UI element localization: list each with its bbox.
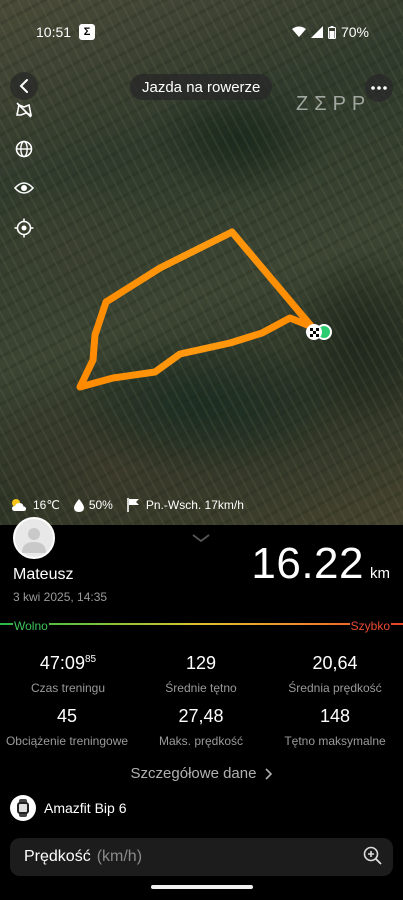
watch-icon <box>10 795 36 821</box>
speed-color-scale <box>0 623 403 625</box>
route-map[interactable]: 10:51 Σ 70% Jazda na rowerze ZΣPP 16℃ 50… <box>0 0 403 525</box>
status-bar: 10:51 Σ 70% <box>0 0 403 60</box>
app-notification-icon: Σ <box>79 24 95 40</box>
stat-label: Czas treningu <box>30 681 106 695</box>
home-indicator[interactable] <box>151 885 253 889</box>
stat-label: Obciążenie treningowe <box>5 734 129 748</box>
droplet-icon <box>73 498 84 512</box>
eye-icon <box>14 182 34 194</box>
stat-value: 148 <box>319 706 351 726</box>
weather-temperature: 16℃ <box>10 498 60 512</box>
distance-value: 16.22 <box>251 539 364 588</box>
temperature-value: 16℃ <box>33 498 60 512</box>
weather-wind: Pn.-Wsch. 17km/h <box>127 498 244 512</box>
more-dots-icon <box>371 86 387 90</box>
wind-flag-icon <box>127 498 139 512</box>
chevron-left-icon <box>19 79 28 93</box>
stat-value: 129 <box>185 653 217 673</box>
user-name: Mateusz <box>13 566 74 583</box>
speed-chart-card[interactable]: Prędkość (km/h) <box>10 838 393 876</box>
scale-fast-label: Szybko <box>349 619 391 633</box>
speed-card-title: Prędkość <box>24 848 91 865</box>
locate-icon <box>14 218 34 238</box>
avatar[interactable] <box>13 517 55 559</box>
chevron-right-icon <box>265 767 273 780</box>
stat-value: 20,64 <box>312 653 358 673</box>
stat-value: 27,48 <box>178 706 224 726</box>
distance-display: 16.22 km <box>251 539 390 589</box>
device-name: Amazfit Bip 6 <box>44 800 127 816</box>
distance-unit: km <box>370 565 390 582</box>
stat-max-speed: 27,48 Maks. prędkość <box>134 706 268 748</box>
stat-duration: 47:0985 Czas treningu <box>1 653 135 695</box>
globe-icon <box>15 140 33 158</box>
scale-slow-label: Wolno <box>13 619 49 633</box>
back-button[interactable] <box>10 72 38 100</box>
user-silhouette-icon <box>22 528 46 553</box>
finish-flag-marker <box>306 324 322 340</box>
stat-label: Tętno maksymalne <box>284 734 386 748</box>
wifi-icon <box>291 26 306 37</box>
weather-bar: 16℃ 50% Pn.-Wsch. 17km/h <box>10 498 244 512</box>
battery-percent: 70% <box>340 24 369 40</box>
stat-label: Średnie tętno <box>165 681 237 695</box>
details-link[interactable]: Szczegółowe dane <box>0 765 403 782</box>
map-type-button[interactable] <box>12 137 36 161</box>
speed-card-unit: (km/h) <box>96 848 143 865</box>
visibility-button[interactable] <box>12 176 36 200</box>
stat-avg-speed: 20,64 Średnia prędkość <box>268 653 402 695</box>
status-indicators: 70% <box>291 24 369 40</box>
recenter-button[interactable] <box>12 216 36 240</box>
stat-avg-heart-rate: 129 Średnie tętno <box>134 653 268 695</box>
wind-value: Pn.-Wsch. 17km/h <box>145 498 244 512</box>
stat-label: Maks. prędkość <box>158 734 244 748</box>
details-link-label: Szczegółowe dane <box>130 765 257 782</box>
stat-value: 45 <box>56 706 78 726</box>
layers-toggle-button[interactable] <box>12 98 36 122</box>
stat-max-heart-rate: 148 Tętno maksymalne <box>268 706 402 748</box>
partly-cloudy-icon <box>12 499 26 511</box>
zoom-in-icon[interactable] <box>363 846 383 866</box>
stat-value: 47:0985 <box>39 653 97 673</box>
humidity-value: 50% <box>88 498 113 512</box>
zepp-watermark: ZΣPP <box>296 93 372 115</box>
stat-training-load: 45 Obciążenie treningowe <box>0 706 134 748</box>
activity-title: Jazda na rowerze <box>130 74 273 100</box>
layers-off-icon <box>16 102 33 118</box>
stat-label: Średnia prędkość <box>288 681 382 695</box>
workout-date: 3 kwi 2025, 14:35 <box>13 590 108 604</box>
collapse-chevron-icon[interactable] <box>191 533 211 543</box>
signal-icon <box>310 26 323 38</box>
battery-icon <box>327 25 336 39</box>
weather-humidity: 50% <box>73 498 113 512</box>
workout-summary-sheet: Mateusz 3 kwi 2025, 14:35 16.22 km Wolno… <box>0 517 403 900</box>
status-time: 10:51 <box>36 24 72 40</box>
device-row[interactable]: Amazfit Bip 6 <box>10 795 126 821</box>
